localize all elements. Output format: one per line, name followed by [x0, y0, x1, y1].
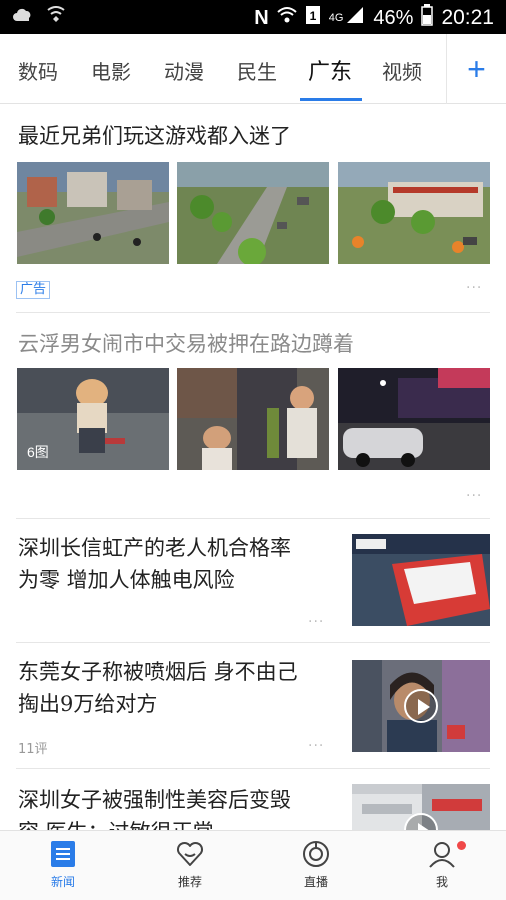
add-channel-button[interactable]: +	[446, 34, 506, 104]
nav-recommend[interactable]: 推荐	[150, 839, 230, 890]
phone-photo[interactable]	[352, 534, 490, 626]
weather-icon	[12, 7, 34, 28]
sim-icon: 1	[305, 5, 321, 31]
article-title[interactable]: 深圳女子被强制性美容后变毁 容 医生：过敏很正常	[18, 784, 291, 830]
image-count-badge: 6图	[27, 444, 49, 460]
article-title-line1: 东莞女子称被喷烟后 身不由己	[18, 660, 298, 684]
shield-icon	[46, 6, 66, 29]
nav-live-label: 直播	[303, 875, 328, 889]
tab-dianying[interactable]: 电影	[91, 56, 131, 85]
tab-guangdong[interactable]: 广东	[308, 54, 352, 86]
photo-street-people[interactable]	[177, 368, 329, 470]
tab-shipin[interactable]: 视频	[382, 56, 422, 85]
bottom-navigation: 新闻 推荐 直播 我	[0, 830, 506, 900]
nav-recommend-label: 推荐	[177, 875, 202, 889]
news-feed[interactable]: 最近兄弟们玩这游戏都入迷了 广告 ··· 云浮男女闹市中交易被押在路边蹲着 6图…	[0, 104, 506, 830]
clock: 20:21	[441, 6, 494, 29]
nav-live[interactable]: 直播	[276, 839, 356, 890]
video-street[interactable]	[352, 784, 490, 830]
divider	[16, 642, 490, 643]
notification-badge	[457, 841, 466, 850]
article-title[interactable]: 深圳长信虹产的老人机合格率 为零 增加人体触电风险	[18, 532, 291, 596]
nav-me-label: 我	[435, 875, 448, 889]
ad-badge: 广告	[16, 281, 51, 299]
tab-dongman[interactable]: 动漫	[164, 56, 204, 85]
article-title-line2: 容 医生：过敏很正常	[18, 816, 291, 830]
game-screenshot-1[interactable]	[17, 162, 169, 264]
nav-news-label: 新闻	[50, 875, 75, 889]
article-title[interactable]: 东莞女子称被喷烟后 身不由己 掏出9万给对方	[18, 656, 298, 720]
nav-me[interactable]: 我	[402, 839, 482, 890]
tab-minsheng[interactable]: 民生	[237, 56, 277, 85]
tab-shuma[interactable]: 数码	[18, 56, 58, 85]
battery-icon	[421, 4, 434, 32]
game-screenshot-2[interactable]	[177, 162, 329, 264]
n-icon: N	[254, 7, 269, 29]
heart-icon	[175, 839, 205, 869]
divider	[16, 518, 490, 519]
photo-night-street[interactable]	[338, 368, 490, 470]
plus-icon: +	[467, 50, 486, 87]
active-tab-indicator	[300, 98, 362, 101]
article-title-line1: 深圳长信虹产的老人机合格率	[18, 536, 291, 560]
nav-news[interactable]: 新闻	[23, 839, 103, 890]
more-options-icon[interactable]: ···	[308, 614, 324, 630]
article-title[interactable]: 最近兄弟们玩这游戏都入迷了	[18, 120, 291, 152]
article-title-line2: 掏出9万给对方	[18, 692, 158, 716]
article-title-line2: 为零 增加人体触电风险	[18, 568, 235, 592]
signal-icon	[345, 6, 365, 30]
live-icon	[301, 839, 331, 869]
news-icon	[48, 839, 78, 869]
game-screenshot-3[interactable]	[338, 162, 490, 264]
battery-percent: 46%	[373, 6, 414, 29]
divider	[16, 312, 490, 313]
article-title-line1: 深圳女子被强制性美容后变毁	[18, 788, 291, 812]
video-woman[interactable]	[352, 660, 490, 752]
play-icon[interactable]	[404, 689, 438, 723]
svg-text:1: 1	[309, 9, 316, 23]
divider	[16, 768, 490, 769]
comment-count: 11评	[18, 742, 48, 757]
status-bar: N 1 4G 46% 20:21	[0, 0, 506, 34]
more-options-icon[interactable]: ···	[466, 280, 482, 296]
category-tabs: 数码 电影 动漫 民生 广东 视频 +	[0, 34, 506, 104]
article-title[interactable]: 云浮男女闹市中交易被押在路边蹲着	[18, 328, 354, 360]
network-type: 4G	[328, 12, 344, 24]
photo-girl[interactable]: 6图	[17, 368, 169, 470]
profile-icon	[427, 839, 457, 869]
more-options-icon[interactable]: ···	[466, 488, 482, 504]
more-options-icon[interactable]: ···	[308, 738, 324, 754]
wifi-icon	[277, 6, 297, 30]
